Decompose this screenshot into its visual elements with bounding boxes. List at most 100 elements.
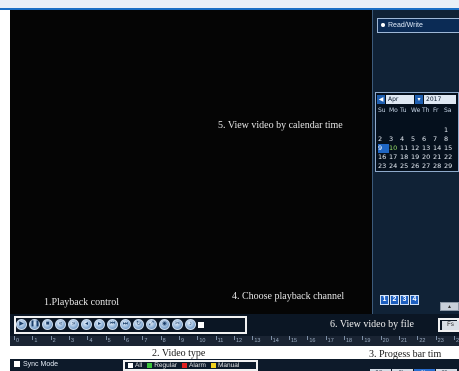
channel-button-2[interactable]: 2 [390,295,399,305]
timeline-tick [289,336,290,340]
weekday-label: Tu [400,107,407,114]
step-forward-icon[interactable]: ▸ [94,319,105,330]
step-back-icon[interactable]: ◂ [81,319,92,330]
timeline-tick-label: 8 [162,338,166,344]
record-indicator-icon [198,322,204,328]
timeline-tick [50,336,52,340]
sync-mode[interactable]: Sync Mode [14,361,58,368]
timeline-tick [417,336,419,340]
timeline-tick [399,336,400,340]
video-type-label: Manual [217,362,240,369]
video-type-all[interactable]: All [128,362,142,369]
timeline-tick-label: 9 [181,338,185,344]
previous-file-icon[interactable]: ⏮ [107,319,118,330]
timeline-tick [325,336,327,340]
channel-button-3[interactable]: 3 [400,295,409,305]
month-select[interactable]: Apr [386,95,414,104]
timeline-tick-label: 6 [126,338,130,344]
timeline-tick [32,336,34,340]
play-icon[interactable]: ▶ [16,319,27,330]
channel-button-4[interactable]: 4 [410,295,419,305]
snapshot-icon[interactable]: ◉ [159,319,170,330]
read-write-label: Read/Write [388,22,423,29]
pause-icon[interactable]: ❚❚ [29,319,40,330]
checkbox-icon[interactable] [182,362,187,368]
loop-icon[interactable]: ↻ [133,319,144,330]
audio-icon[interactable]: ♪ [185,319,196,330]
timeline-tick [69,336,70,340]
timeline-tick [454,336,455,340]
timeline-tick-label: 2 [52,338,56,344]
fast-icon[interactable]: » [68,319,79,330]
checkbox-icon[interactable] [147,362,153,368]
next-file-icon[interactable]: ⏭ [120,319,131,330]
calendar-header: ◀ Apr ▾ 2017 [377,95,458,105]
fullscreen-icon[interactable]: ⤢ [146,319,157,330]
video-type-manual[interactable]: Manual [210,362,240,369]
calendar-grid: 1 2 3 4 5 6 7 8 9 10 11 12 13 14 15 16 17 18 19 20 21 22 23 24 2… [378,117,458,172]
timeline-zoom: 24hr2hr1hr30m [370,361,458,371]
slow-icon[interactable]: « [55,319,66,330]
calendar-weekdays: Su Mo Tu We Th Fr Sa [378,107,455,114]
top-strip [0,0,459,10]
weekday-label: Th [422,107,430,114]
timeline-tick [14,336,15,340]
channel-selector: 1234 [380,288,420,305]
read-write-selector[interactable]: Read/Write [377,18,459,33]
annotation-file: 6. View video by file [330,319,414,330]
calendar-week: 2345678 [378,126,458,143]
calendar-week: 30 [378,162,458,172]
timeline-tick-label: 16 [309,338,316,344]
radio-icon [381,23,385,28]
timeline-tick [234,336,235,340]
timeline-tick-label: 15 [291,338,298,344]
calendar-empty-cell [389,168,400,171]
channel-button-1[interactable]: 1 [380,295,389,305]
timeline-tick-label: 13 [254,338,261,344]
timeline-tick [215,336,217,340]
video-type-label: All [135,362,143,369]
chevron-down-icon[interactable]: ▾ [415,95,423,104]
sync-checkbox[interactable] [14,361,20,368]
calendar-empty-cell [433,168,444,171]
weekday-label: Su [378,107,386,114]
clip-icon[interactable]: ✂ [172,319,183,330]
weekday-label: We [411,107,421,114]
timeline-tick-label: 5 [107,338,111,344]
stop-icon[interactable]: ■ [42,319,53,330]
timeline-tick [197,336,199,340]
timeline-tick [270,336,272,340]
calendar-day[interactable]: 30 [378,171,389,172]
bottom-bar: Sync Mode All Regular Alarm Manual 24hr2hr1… [10,359,459,371]
annotation-calendar: 5. View video by calendar time [218,120,343,131]
calendar-empty-cell [400,168,411,171]
checkbox-icon[interactable] [210,362,216,368]
timeline-tick-label: 20 [382,338,389,344]
video-area[interactable] [10,10,372,314]
file-view-button[interactable]: Fs [442,321,459,330]
timeline-tick [87,336,89,340]
progress-timeline[interactable]: 0123456789101112131415161718192021222324 [10,336,459,346]
timeline-tick-label: 7 [144,338,148,344]
left-arrow-icon[interactable]: ◀ [377,95,385,104]
timeline-tick [307,336,309,340]
file-view-frame: Fs [438,318,459,332]
calendar-week: 16 17 18 19 20 21 22 [378,144,458,161]
timeline-tick-label: 3 [71,338,75,344]
calendar-empty-cell [411,168,422,171]
video-type-alarm[interactable]: Alarm [182,362,206,369]
annotation-video-type: 2. Video type [152,348,206,359]
video-type-regular[interactable]: Regular [147,362,177,369]
timeline-tick-label: 4 [89,338,93,344]
timeline-tick-label: 21 [401,338,408,344]
timeline-tick [362,336,364,340]
panel-scroll-button[interactable]: ▲ [440,302,459,311]
timeline-tick-label: 19 [364,338,371,344]
timeline-tick [435,336,437,340]
year-select[interactable]: 2017 [424,95,456,104]
calendar-week: 9 10 11 12 13 14 15 [378,135,458,153]
calendar-week: 1 [378,117,458,134]
checkbox-icon[interactable] [128,362,133,368]
timeline-tick-label: 22 [419,338,426,344]
video-type-label: Alarm [189,362,206,369]
